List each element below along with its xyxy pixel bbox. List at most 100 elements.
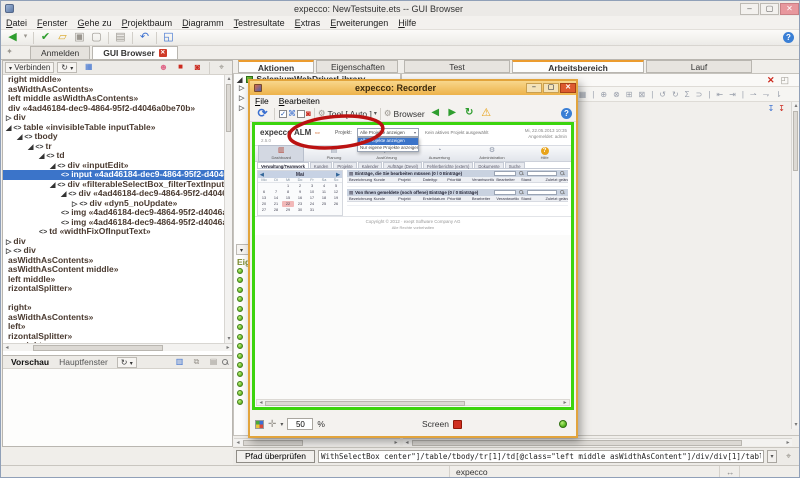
menu-item[interactable]: Diagramm: [177, 17, 229, 29]
help-icon[interactable]: ?: [783, 32, 794, 43]
tree-node[interactable]: rizontalSplitter»: [3, 284, 225, 294]
tree-expander-icon[interactable]: ◢ <>: [50, 182, 66, 189]
workspace-vertical-scrollbar[interactable]: ▴ ▾: [791, 102, 799, 429]
tree-node[interactable]: ◢ <>tr: [3, 142, 225, 152]
tab-vorschau[interactable]: Vorschau: [6, 357, 54, 367]
alm-tab[interactable]: Dokumente: [474, 162, 503, 168]
screenshot-checkbox[interactable]: [297, 110, 305, 118]
alm-tab[interactable]: Verwaltung/Teamwork: [257, 162, 309, 168]
tree-horizontal-scrollbar[interactable]: ◂ ▸: [3, 343, 232, 351]
diagram-tool-icon[interactable]: ⊃: [696, 90, 703, 99]
refresh-button[interactable]: ↻ ▾: [57, 62, 77, 73]
preview-refresh-button[interactable]: ↻ ▾: [117, 357, 137, 368]
fit-zoom-icon[interactable]: ✛: [268, 419, 276, 430]
tree-vertical-scrollbar[interactable]: ▴ ▾: [224, 75, 232, 343]
column-header[interactable]: Dateityp: [421, 177, 446, 182]
calendar-day[interactable]: 31: [306, 207, 318, 213]
alm-nav-item[interactable]: ⚙ Administration: [469, 146, 515, 161]
maximize-button[interactable]: ▢: [760, 3, 779, 15]
close-button[interactable]: ✕: [780, 3, 799, 15]
nav-back-icon[interactable]: ◀: [428, 106, 443, 121]
table2-search-box[interactable]: [527, 190, 557, 195]
grid-icon[interactable]: ▦: [81, 60, 96, 75]
alm-tab[interactable]: Aufträge (Devel): [383, 162, 422, 168]
table1-filter-box[interactable]: [494, 171, 516, 176]
alm-nav-item[interactable]: ▤ Planung: [311, 146, 357, 161]
column-header[interactable]: Priorität: [445, 177, 470, 182]
diagram-tool-icon[interactable]: ⇀: [750, 90, 757, 99]
tool-dropdown-icon[interactable]: ▾: [374, 110, 377, 117]
menu-item[interactable]: Testresultate: [229, 17, 290, 29]
recorder-capture-area[interactable]: expecco ALM ⇔ 2.5.0 Projekt: Alle Projek…: [252, 122, 574, 410]
nav-forward-icon[interactable]: ▶: [445, 106, 460, 121]
calendar-day[interactable]: 28: [270, 207, 282, 213]
tab-anmelden[interactable]: Anmelden: [30, 46, 90, 59]
column-header[interactable]: Kunde: [372, 196, 397, 201]
step-stop-icon[interactable]: ↧: [778, 104, 785, 113]
diagram-tool-icon[interactable]: |: [708, 90, 710, 99]
print-icon[interactable]: ▤: [113, 30, 128, 45]
diagram-tool-icon[interactable]: ⇥: [729, 90, 736, 99]
tool-select-button[interactable]: Tool [ Auto ]: [327, 109, 371, 119]
column-header[interactable]: Stand: [519, 196, 544, 201]
column-header[interactable]: Projekt: [396, 177, 421, 182]
tree-expander-icon[interactable]: ◢ <>: [6, 125, 22, 132]
diagram-tool-icon[interactable]: |: [592, 90, 594, 99]
menu-item[interactable]: Datei: [1, 17, 32, 29]
column-header[interactable]: Bezeichnung: [347, 177, 372, 182]
tree-expander-icon[interactable]: ◢ <>: [61, 191, 77, 198]
menu-item[interactable]: Extras: [290, 17, 326, 29]
camera-icon[interactable]: ◙: [190, 60, 205, 75]
preview-zoom-icon[interactable]: [222, 359, 229, 366]
connect-button[interactable]: ▾ Verbinden: [5, 62, 54, 73]
calendar-day[interactable]: 30: [294, 207, 306, 213]
column-header[interactable]: Projekt: [396, 196, 421, 201]
undo-icon[interactable]: ↶: [137, 30, 152, 45]
new-check-icon[interactable]: ✔: [38, 30, 53, 45]
preview-dock-icon[interactable]: ▥: [172, 355, 187, 370]
diagram-tool-icon[interactable]: ⊗: [613, 90, 620, 99]
alm-nav-item[interactable]: ▥ Dashboard: [258, 145, 304, 162]
check-path-button[interactable]: Pfad überprüfen: [236, 450, 315, 463]
diagram-tool-icon[interactable]: ⊠: [638, 90, 645, 99]
column-header[interactable]: Kunde: [372, 177, 397, 182]
zoom-dropdown-icon[interactable]: ▾: [280, 421, 283, 428]
recorder-maximize-button[interactable]: ▢: [543, 83, 559, 93]
alm-tab[interactable]: Kalender: [358, 162, 383, 168]
column-header[interactable]: Priorität: [445, 196, 470, 201]
calendar-day[interactable]: 29: [282, 207, 294, 213]
column-header[interactable]: Bearbeiter: [470, 196, 495, 201]
alm-tab[interactable]: Fehlerberichte (extern): [423, 162, 473, 168]
preview-list-icon[interactable]: ▤: [206, 355, 221, 370]
tree-expander-icon[interactable]: ▷: [6, 239, 11, 246]
snapshot-icon[interactable]: ◱: [161, 30, 176, 45]
tree-node[interactable]: ▷div: [3, 237, 225, 247]
record-user-icon[interactable]: ☻: [156, 60, 171, 75]
save-icon[interactable]: ▣: [72, 30, 87, 45]
nav-reload-icon[interactable]: ↻: [462, 106, 477, 121]
menu-item[interactable]: Projektbaum: [117, 17, 178, 29]
tab-lauf[interactable]: Lauf: [646, 60, 752, 73]
recorder-close-button[interactable]: ✕: [560, 83, 576, 93]
record-checkbox[interactable]: ✓: [279, 110, 287, 118]
calendar-day[interactable]: 27: [258, 207, 270, 213]
column-header[interactable]: Verantwortlich: [494, 196, 519, 201]
diagram-tool-icon[interactable]: Σ: [685, 90, 690, 99]
recorder-help-icon[interactable]: ?: [561, 108, 572, 119]
preview-window-icon[interactable]: ⧉: [189, 355, 204, 370]
resize-grip-icon[interactable]: ↔: [719, 466, 739, 478]
diagram-tool-icon[interactable]: ▦: [579, 90, 587, 99]
menu-item[interactable]: Erweiterungen: [325, 17, 393, 29]
tree-node[interactable]: <>td «widthFixOfInputText»: [3, 227, 225, 237]
menu-item[interactable]: Fenster: [32, 17, 73, 29]
dropdown-item[interactable]: Nur eigene Projekte anzeigen: [358, 145, 418, 152]
recorder-minimize-button[interactable]: –: [526, 83, 542, 93]
tree-expander-icon[interactable]: <>: [61, 210, 69, 217]
column-header[interactable]: Bezeichnung: [347, 196, 372, 201]
column-header[interactable]: Erstelldatum: [421, 196, 446, 201]
capture-horizontal-scrollbar[interactable]: ◂ ▸: [256, 399, 570, 406]
alm-nav-item[interactable]: ? Hilfe: [522, 146, 568, 161]
menu-item[interactable]: Gehe zu: [73, 17, 117, 29]
step-into-icon[interactable]: ↧: [768, 104, 775, 113]
workspace-horizontal-scrollbar[interactable]: ◂ ▸: [403, 438, 792, 446]
